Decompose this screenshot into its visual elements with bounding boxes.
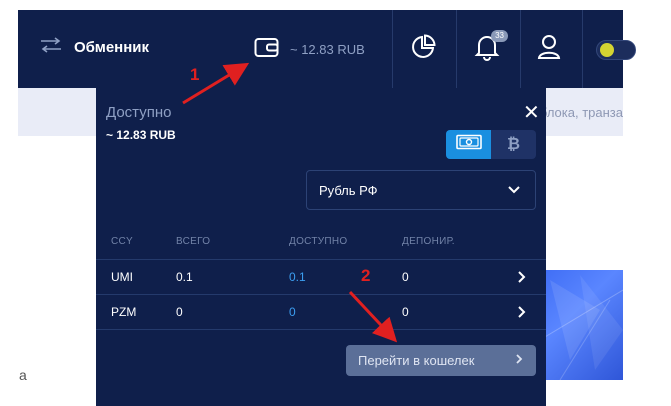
divider	[582, 10, 583, 88]
row-available: 0	[289, 305, 296, 319]
chevron-down-icon	[507, 183, 521, 202]
row-deposited: 0	[402, 270, 409, 284]
annotation-step-1: 1	[190, 65, 200, 84]
notification-count-badge: 33	[491, 30, 508, 42]
column-header-available: ДОСТУПНО	[289, 236, 348, 247]
annotation-step-2: 2	[361, 266, 371, 285]
panel-total: ~ 12.83 RUB	[106, 128, 176, 142]
bitcoin-icon: ₿	[506, 135, 521, 153]
row-ccy: PZM	[111, 305, 137, 319]
divider	[392, 10, 393, 88]
wallet-dropdown: Доступно ~ 12.83 RUB ✕ ₿ Рубль РФ CCY ВС…	[96, 88, 546, 406]
profile-button[interactable]	[534, 34, 564, 64]
row-total: 0.1	[176, 270, 193, 284]
screen: блока, транза а Обменник ~ 12.83 RUB 33 …	[0, 0, 671, 406]
column-header-deposited: ДЕПОНИР.	[402, 236, 455, 247]
currency-type-toggle: ₿	[446, 130, 536, 159]
wallet-button[interactable]: ~ 12.83 RUB	[254, 36, 365, 63]
divider	[96, 329, 546, 330]
go-to-wallet-label: Перейти в кошелек	[358, 353, 475, 368]
column-header-ccy: CCY	[111, 236, 134, 247]
close-icon[interactable]: ✕	[523, 100, 540, 125]
exchange-label: Обменник	[74, 39, 150, 56]
portfolio-chart-button[interactable]	[408, 33, 438, 65]
exchange-arrows-icon	[40, 37, 62, 58]
fiat-toggle-button[interactable]	[446, 130, 491, 159]
panel-title: Доступно	[106, 104, 172, 121]
divider	[456, 10, 457, 88]
wallet-icon	[254, 36, 280, 63]
exchange-nav-item[interactable]: Обменник	[40, 37, 149, 58]
chevron-right-icon[interactable]	[516, 305, 528, 324]
currency-select[interactable]: Рубль РФ	[306, 170, 536, 210]
top-navbar: Обменник ~ 12.83 RUB 33	[18, 10, 636, 88]
row-total: 0	[176, 305, 183, 319]
decorative-art	[540, 270, 623, 380]
theme-toggle[interactable]	[596, 40, 636, 60]
currency-select-value: Рубль РФ	[319, 183, 378, 198]
crypto-toggle-button[interactable]: ₿	[491, 130, 536, 159]
row-ccy: UMI	[111, 270, 133, 284]
row-deposited: 0	[402, 305, 409, 319]
toggle-knob	[600, 43, 614, 57]
divider	[520, 10, 521, 88]
wallet-balance: ~ 12.83 RUB	[290, 42, 365, 57]
column-header-total: ВСЕГО	[176, 236, 211, 247]
chevron-right-icon	[514, 353, 524, 368]
user-icon	[537, 34, 561, 65]
chevron-right-icon[interactable]	[516, 270, 528, 289]
row-available: 0.1	[289, 270, 306, 284]
go-to-wallet-button[interactable]: Перейти в кошелек	[346, 345, 536, 376]
table-row[interactable]: PZM 0 0 0	[96, 294, 546, 329]
background-text: а	[19, 367, 27, 383]
banknote-icon	[455, 134, 482, 155]
notifications-button[interactable]: 33	[472, 30, 508, 64]
table-row[interactable]: UMI 0.1 0.1 0	[96, 259, 546, 294]
search-hint: блока, транза	[539, 105, 623, 120]
pie-chart-icon	[410, 33, 436, 65]
